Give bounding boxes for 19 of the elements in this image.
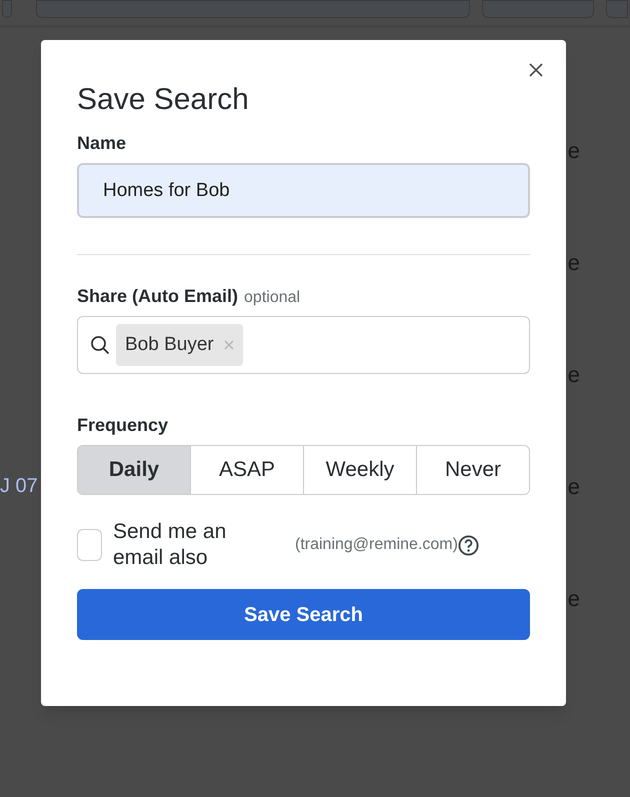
checkbox[interactable] [77,529,102,561]
field-label: Frequency [77,414,170,437]
name-field[interactable]: Homes for Bob [77,163,530,218]
close-button[interactable] [528,62,544,78]
email-address: (training@remine.com) [295,535,458,555]
field-label: Name [77,132,128,155]
frequency-option[interactable]: Daily [78,446,190,494]
listing-text: J 07 [0,474,38,499]
dialog-title: Save Search [77,82,250,118]
checkbox-label: Send me an email also [113,519,228,571]
save-search-button[interactable]: Save Search [77,589,530,640]
recipient-chip[interactable]: Bob Buyer [116,324,243,366]
frequency-option[interactable]: Never [416,446,529,494]
field-label: Share (Auto Email) [77,285,238,308]
share-field[interactable]: Bob Buyer [77,316,530,374]
optional-hint: optional [244,288,300,308]
search-icon [90,335,110,355]
remove-icon[interactable] [224,340,234,350]
help-icon[interactable] [458,534,479,556]
